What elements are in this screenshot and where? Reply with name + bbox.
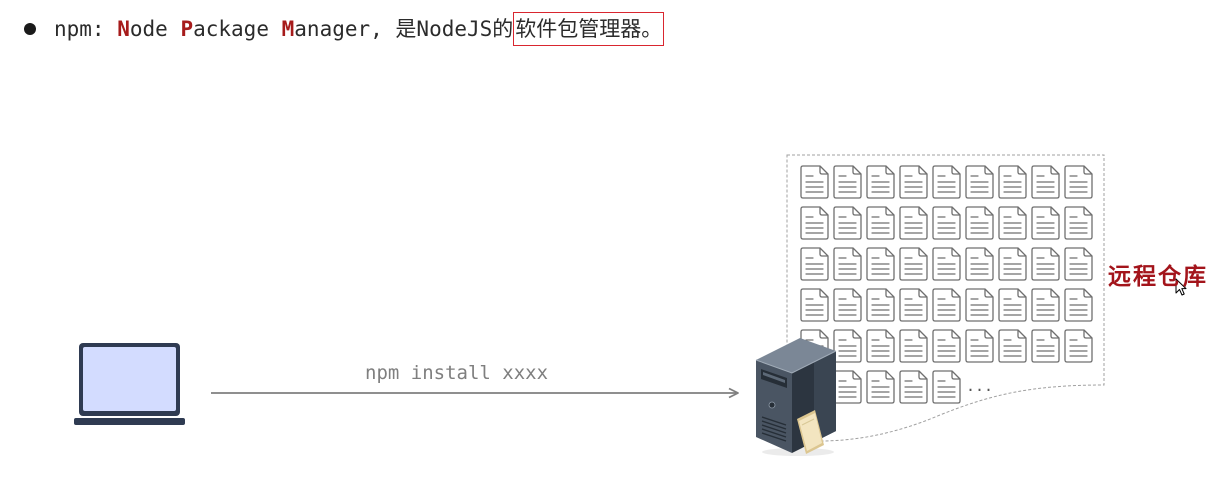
document-icon <box>998 247 1027 281</box>
document-icon <box>866 329 895 363</box>
document-icon <box>1031 165 1060 199</box>
document-icon <box>932 370 961 404</box>
slide: npm: N ode P ackage M anager , 是NodeJS的 … <box>0 0 1227 498</box>
document-icon <box>833 370 862 404</box>
document-icon <box>899 370 928 404</box>
remote-registry-label: 远程仓库 <box>1108 263 1208 290</box>
document-icon <box>998 206 1027 240</box>
document-icon <box>932 165 961 199</box>
document-icon <box>998 165 1027 199</box>
document-icon <box>899 288 928 322</box>
document-icon <box>899 329 928 363</box>
laptop-base <box>74 418 185 425</box>
document-icon <box>965 206 994 240</box>
document-icon <box>965 247 994 281</box>
document-icon <box>800 165 829 199</box>
document-icon <box>866 370 895 404</box>
document-icon <box>998 288 1027 322</box>
document-icon <box>800 206 829 240</box>
document-icon <box>1064 206 1093 240</box>
document-icon <box>833 165 862 199</box>
document-icon <box>932 247 961 281</box>
arrow-right-icon <box>211 387 739 399</box>
server-power-button <box>768 401 776 409</box>
laptop-icon <box>74 343 185 425</box>
server-icon <box>755 338 837 456</box>
document-icon <box>1031 329 1060 363</box>
document-icon <box>833 247 862 281</box>
document-icon <box>932 288 961 322</box>
document-icon <box>899 165 928 199</box>
document-icon <box>833 329 862 363</box>
document-icon <box>1031 288 1060 322</box>
document-icon <box>1064 165 1093 199</box>
document-icon <box>800 288 829 322</box>
document-icon <box>800 247 829 281</box>
document-icon <box>899 206 928 240</box>
document-icon <box>866 247 895 281</box>
npm-diagram <box>74 154 1187 456</box>
document-icon <box>866 206 895 240</box>
command-label: npm install xxxx <box>365 362 549 384</box>
document-icon <box>932 329 961 363</box>
document-icon <box>833 206 862 240</box>
document-icon <box>1064 329 1093 363</box>
document-icon <box>1064 247 1093 281</box>
document-icon <box>1064 288 1093 322</box>
document-icon <box>833 288 862 322</box>
document-icon <box>866 288 895 322</box>
document-icon <box>998 329 1027 363</box>
document-icon <box>1031 206 1060 240</box>
document-icon <box>965 288 994 322</box>
document-icon <box>965 329 994 363</box>
document-icon <box>1031 247 1060 281</box>
document-icon <box>899 247 928 281</box>
laptop-screen <box>83 347 176 411</box>
package-grid <box>800 165 1093 404</box>
document-icon <box>866 165 895 199</box>
document-icon <box>965 165 994 199</box>
document-icon <box>932 206 961 240</box>
more-packages-ellipsis: ... <box>966 377 994 395</box>
